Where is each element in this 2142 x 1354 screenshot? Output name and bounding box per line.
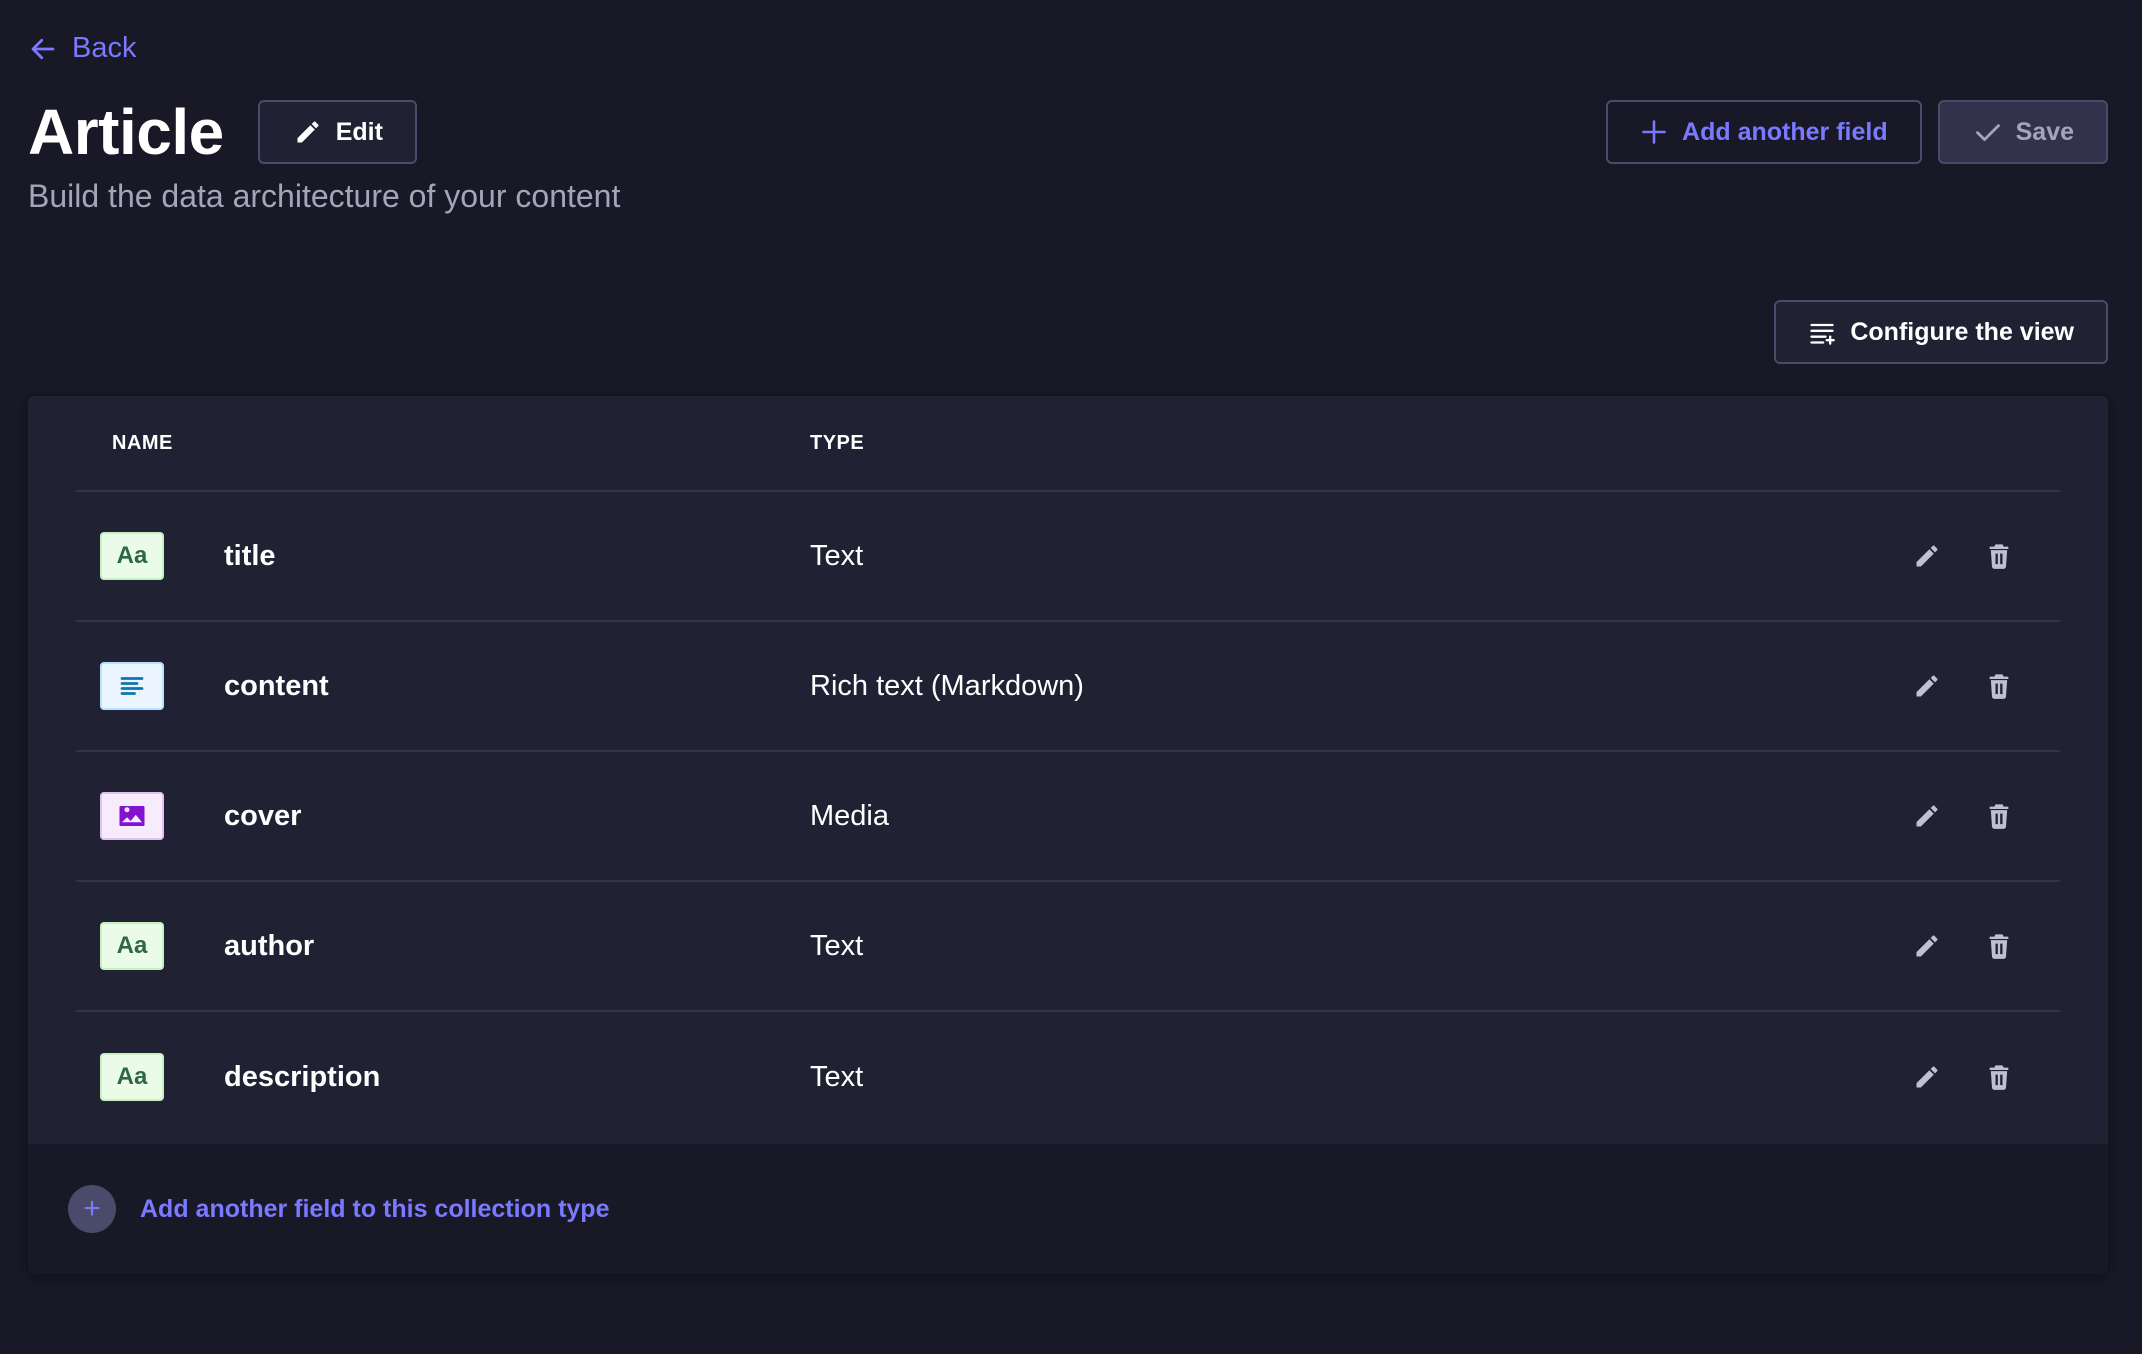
edit-field-button[interactable] — [1912, 671, 1942, 701]
table-row: content Rich text (Markdown) — [76, 622, 2060, 752]
page-subtitle: Build the data architecture of your cont… — [28, 178, 621, 214]
field-name: content — [224, 669, 329, 702]
table-row: Aa author Text — [76, 882, 2060, 1012]
align-left-icon — [120, 677, 144, 695]
field-name: author — [224, 929, 315, 962]
delete-field-button[interactable] — [1984, 541, 2014, 571]
row-actions — [1912, 541, 2014, 571]
add-field-to-collection-label: Add another field to this collection typ… — [140, 1194, 610, 1223]
field-name: description — [224, 1060, 381, 1093]
edit-button[interactable]: Edit — [257, 100, 417, 164]
field-type: Text — [810, 1060, 864, 1093]
title-row: Article Edit — [28, 100, 417, 164]
row-actions — [1912, 931, 2014, 961]
plus-icon — [1642, 120, 1666, 144]
back-label: Back — [72, 32, 137, 64]
field-name: title — [224, 539, 276, 572]
save-label: Save — [2015, 117, 2074, 146]
rich-text-field-icon — [100, 662, 164, 710]
table-row: Aa description Text — [76, 1012, 2060, 1142]
trash-icon — [1989, 934, 2009, 959]
plus-circle-icon: + — [68, 1185, 116, 1233]
pencil-icon — [1916, 545, 1938, 567]
add-another-field-label: Add another field — [1682, 117, 1888, 146]
column-header-name: NAME — [112, 431, 173, 454]
trash-icon — [1989, 674, 2009, 699]
pencil-icon — [297, 121, 319, 143]
field-type: Text — [810, 539, 864, 572]
field-name: cover — [224, 799, 302, 832]
page-title: Article — [28, 96, 224, 168]
edit-field-button[interactable] — [1912, 541, 1942, 571]
delete-field-button[interactable] — [1984, 931, 2014, 961]
fields-table: NAME TYPE Aa title Text content Rich tex… — [28, 396, 2108, 1274]
trash-icon — [1989, 804, 2009, 829]
delete-field-button[interactable] — [1984, 671, 2014, 701]
field-type: Text — [810, 929, 864, 962]
text-field-icon: Aa — [100, 1053, 164, 1101]
trash-icon — [1989, 1065, 2009, 1090]
delete-field-button[interactable] — [1984, 1062, 2014, 1092]
column-header-type: TYPE — [810, 431, 865, 454]
pencil-icon — [1916, 675, 1938, 697]
pencil-icon — [1916, 805, 1938, 827]
edit-label: Edit — [335, 117, 383, 146]
media-field-icon — [100, 792, 164, 840]
header-actions: Add another field Save — [1606, 100, 2108, 164]
text-field-icon: Aa — [100, 922, 164, 970]
content-type-builder-page: Back Article Edit Build the data archite… — [0, 0, 2142, 1354]
configure-view-button[interactable]: Configure the view — [1774, 300, 2108, 364]
table-header: NAME TYPE — [76, 396, 2060, 492]
text-field-icon: Aa — [100, 532, 164, 580]
table-row: Aa title Text — [76, 492, 2060, 622]
pencil-icon — [1916, 935, 1938, 957]
back-link[interactable]: Back — [28, 32, 136, 65]
field-type: Rich text (Markdown) — [810, 669, 1084, 702]
table-row: cover Media — [76, 752, 2060, 882]
save-button[interactable]: Save — [1937, 100, 2108, 164]
check-icon — [1975, 124, 2000, 141]
row-actions — [1912, 801, 2014, 831]
edit-field-button[interactable] — [1912, 931, 1942, 961]
edit-field-button[interactable] — [1912, 1062, 1942, 1092]
delete-field-button[interactable] — [1984, 801, 2014, 831]
add-field-to-collection-button[interactable]: + Add another field to this collection t… — [28, 1144, 2108, 1274]
table-body: Aa title Text content Rich text (Markdow… — [76, 492, 2060, 1142]
trash-icon — [1989, 544, 2009, 569]
configure-view-label: Configure the view — [1850, 317, 2074, 346]
arrow-left-icon — [31, 38, 55, 59]
field-type: Media — [810, 799, 889, 832]
image-icon — [119, 806, 145, 826]
row-actions — [1912, 1062, 2014, 1092]
pencil-icon — [1916, 1066, 1938, 1088]
edit-field-button[interactable] — [1912, 801, 1942, 831]
list-settings-icon — [1810, 323, 1836, 345]
row-actions — [1912, 671, 2014, 701]
add-another-field-button[interactable]: Add another field — [1606, 100, 1922, 164]
